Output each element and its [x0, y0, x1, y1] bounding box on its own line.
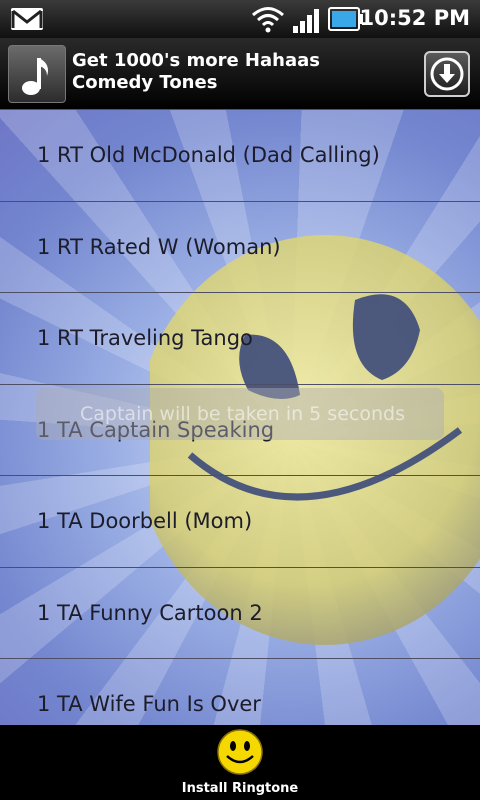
ringtone-row[interactable]: 1 RT Rated W (Woman): [0, 202, 480, 293]
promo-banner[interactable]: Get 1000's more Hahaas Comedy Tones: [0, 38, 480, 110]
gmail-icon: [11, 8, 43, 30]
smiley-icon: [217, 729, 263, 775]
ringtone-label: 1 RT Rated W (Woman): [37, 234, 281, 259]
ringtone-label: 1 RT Traveling Tango: [37, 326, 253, 351]
bottom-bar: Install Ringtone: [0, 725, 480, 800]
signal-icon: [293, 9, 319, 33]
install-ringtone-button[interactable]: Install Ringtone: [170, 725, 310, 800]
ringtone-label: 1 RT Old McDonald (Dad Calling): [37, 143, 380, 168]
ringtone-row[interactable]: 1 TA Wife Fun Is Over: [0, 659, 480, 725]
ringtone-row[interactable]: 1 TA Doorbell (Mom): [0, 476, 480, 568]
promo-title[interactable]: Get 1000's more Hahaas Comedy Tones: [72, 50, 372, 94]
ringtone-label: 1 TA Funny Cartoon 2: [37, 600, 263, 625]
install-ringtone-label: Install Ringtone: [181, 781, 299, 796]
ringtone-row[interactable]: 1 TA Funny Cartoon 2: [0, 568, 480, 659]
ringtone-list[interactable]: 1 RT Old McDonald (Dad Calling) 1 RT Rat…: [0, 110, 480, 725]
ringtone-label: 1 TA Doorbell (Mom): [37, 509, 253, 534]
promo-title-line1: Get 1000's more Hahaas: [72, 50, 320, 71]
status-bar: 10:52 PM: [0, 0, 480, 38]
ringtone-row[interactable]: 1 RT Traveling Tango: [0, 293, 480, 385]
download-button[interactable]: [424, 51, 470, 97]
wifi-icon: [252, 7, 284, 33]
music-note-icon: [8, 45, 66, 103]
status-clock: 10:52 PM: [359, 6, 470, 30]
download-icon: [430, 57, 464, 91]
ringtone-row[interactable]: 1 RT Old McDonald (Dad Calling): [0, 110, 480, 202]
ringtone-label: 1 TA Wife Fun Is Over: [37, 692, 261, 717]
toast-message: Captain will be taken in 5 seconds: [36, 388, 444, 440]
promo-title-line2: Comedy Tones: [72, 72, 218, 93]
